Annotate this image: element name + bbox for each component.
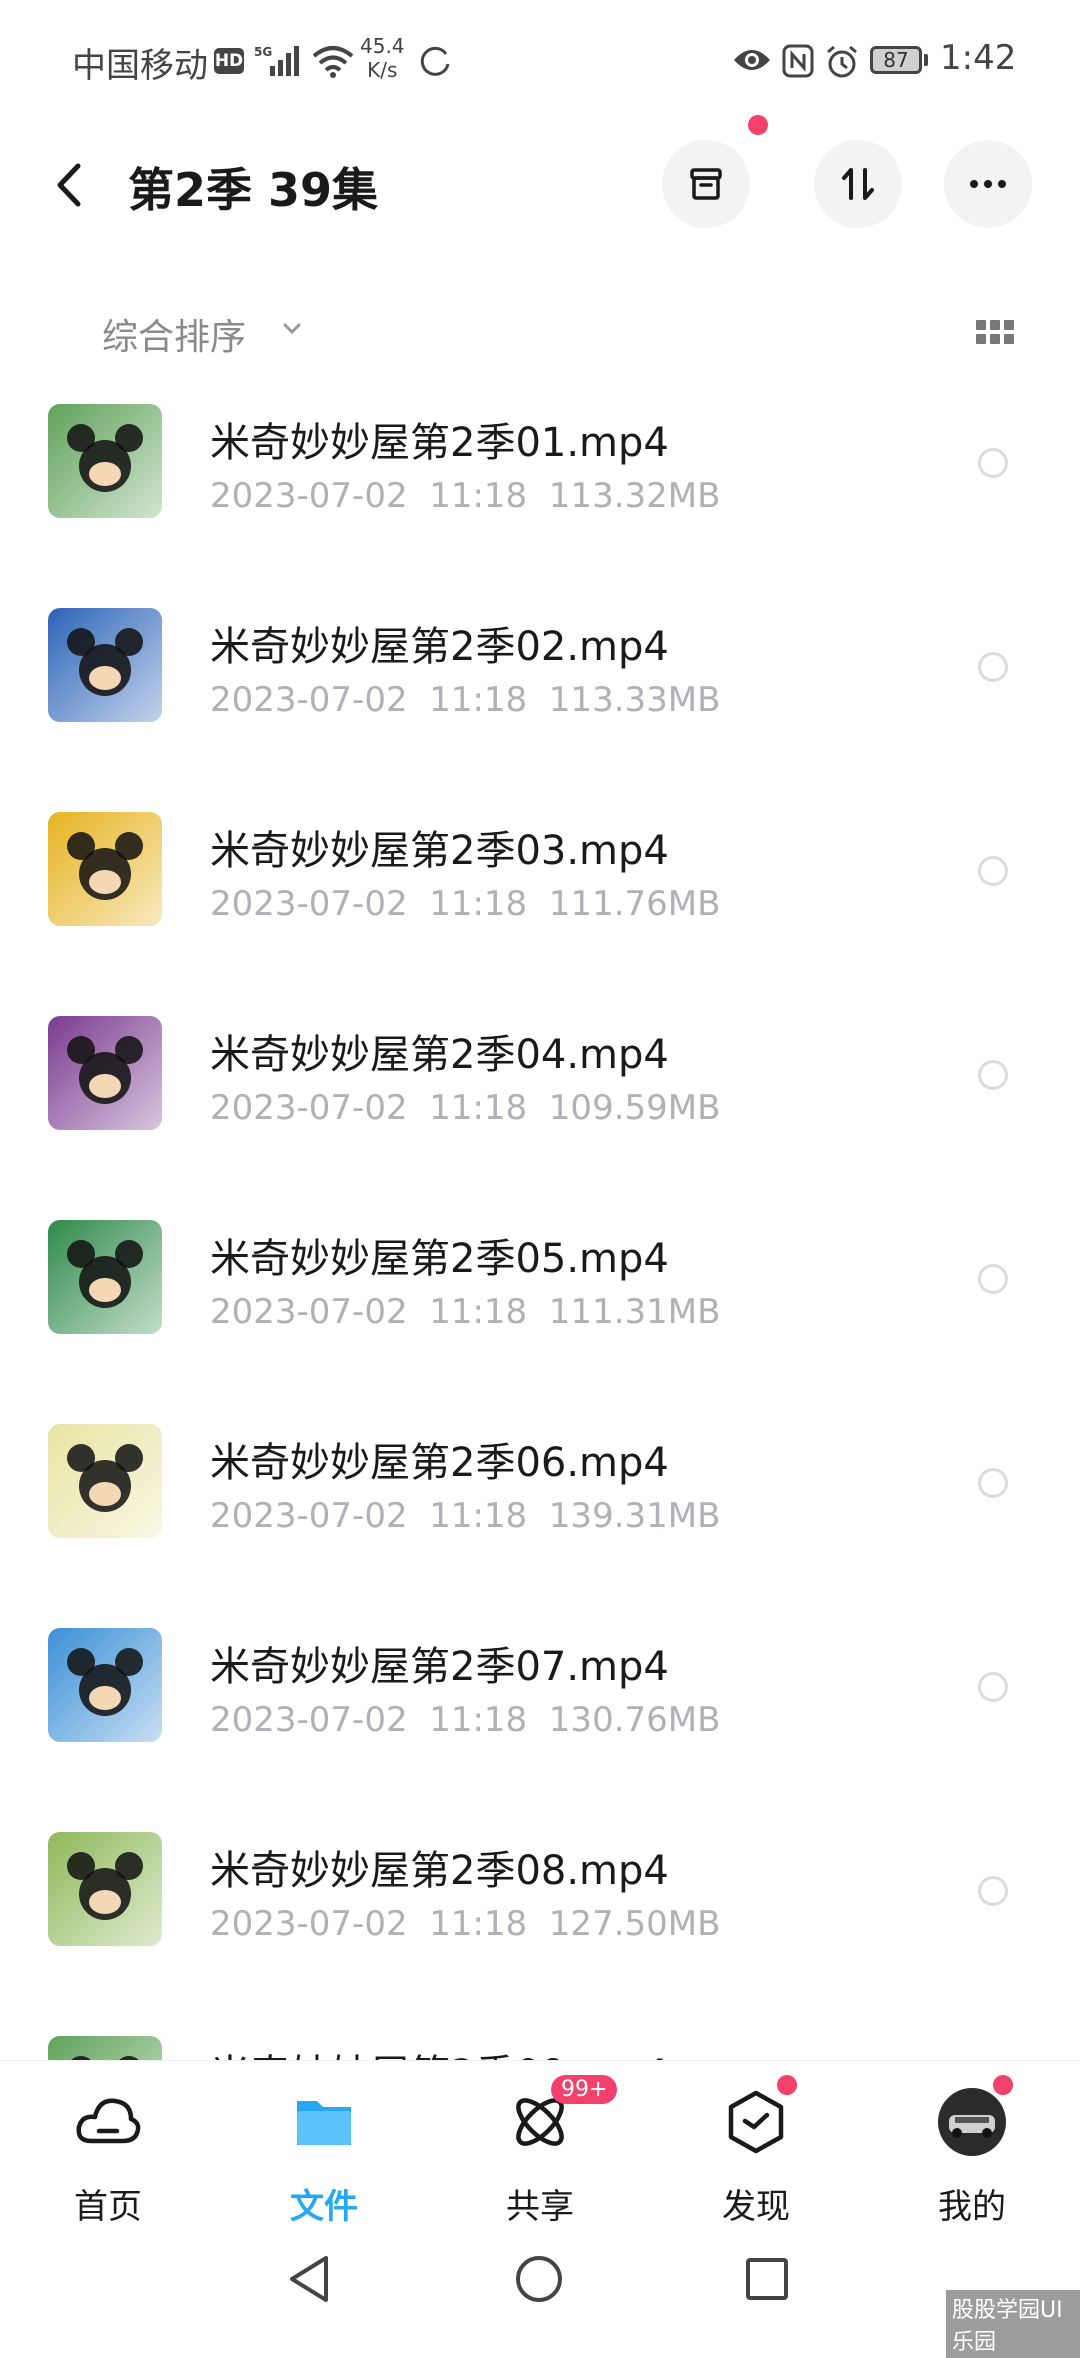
page-title: 第2季 39集 — [128, 163, 379, 217]
system-nav — [0, 2240, 1080, 2340]
transfer-button[interactable] — [814, 140, 902, 228]
file-meta: 2023-07-02 11:18 113.32MB — [210, 476, 721, 516]
video-thumbnail — [48, 812, 162, 926]
nav-files[interactable]: 文件 — [244, 2087, 404, 2228]
bottom-nav: 首页 文件 99+ 共享 发现 我的 — [0, 2060, 1080, 2241]
video-thumbnail — [48, 1628, 162, 1742]
select-radio[interactable] — [978, 448, 1008, 478]
alarm-icon — [827, 45, 857, 78]
video-thumbnail — [48, 1016, 162, 1130]
file-meta: 2023-07-02 11:18 113.33MB — [210, 680, 721, 720]
file-row[interactable]: 米奇妙妙屋第2季01.mp4 2023-07-02 11:18 113.32MB — [0, 380, 1080, 584]
file-name: 米奇妙妙屋第2季03.mp4 — [210, 828, 669, 874]
wifi-icon — [312, 46, 354, 78]
mine-dot — [993, 2075, 1013, 2095]
file-row[interactable]: 米奇妙妙屋第2季09.mp4 — [0, 2012, 1080, 2060]
file-meta: 2023-07-02 11:18 111.31MB — [210, 1292, 721, 1332]
chevron-down-icon[interactable] — [282, 322, 302, 336]
cloud-icon — [73, 2087, 143, 2157]
discover-dot — [777, 2075, 797, 2095]
network-speed: 45.4 K/s — [360, 34, 405, 82]
select-radio[interactable] — [978, 1672, 1008, 1702]
nav-share-label: 共享 — [506, 2187, 574, 2227]
nav-discover-label: 发现 — [722, 2187, 790, 2227]
file-name: 米奇妙妙屋第2季01.mp4 — [210, 420, 669, 466]
system-back-icon[interactable] — [286, 2254, 332, 2304]
archive-button[interactable] — [662, 140, 750, 228]
nav-mine[interactable]: 我的 — [892, 2075, 1052, 2228]
file-list: 米奇妙妙屋第2季01.mp4 2023-07-02 11:18 113.32MB 米… — [0, 380, 1080, 2060]
status-bar: 中国移动 HD 5G 45.4 K/s 87 1:42 — [0, 0, 1080, 120]
system-recents-icon[interactable] — [744, 2254, 790, 2304]
file-row[interactable]: 米奇妙妙屋第2季07.mp4 2023-07-02 11:18 130.76MB — [0, 1604, 1080, 1808]
file-meta: 2023-07-02 11:18 109.59MB — [210, 1088, 721, 1128]
battery-indicator: 87 — [870, 46, 922, 74]
notification-dot — [748, 115, 768, 135]
sort-dropdown[interactable]: 综合排序 — [102, 308, 246, 360]
nfc-icon — [782, 44, 814, 78]
file-row[interactable]: 米奇妙妙屋第2季02.mp4 2023-07-02 11:18 113.33MB — [0, 584, 1080, 788]
file-row[interactable]: 米奇妙妙屋第2季08.mp4 2023-07-02 11:18 127.50MB — [0, 1808, 1080, 2012]
share-badge: 99+ — [551, 2075, 618, 2104]
file-name: 米奇妙妙屋第2季05.mp4 — [210, 1236, 669, 1282]
folder-icon — [289, 2087, 359, 2157]
file-row[interactable]: 米奇妙妙屋第2季05.mp4 2023-07-02 11:18 111.31MB — [0, 1196, 1080, 1400]
select-radio[interactable] — [978, 652, 1008, 682]
video-thumbnail — [48, 1220, 162, 1334]
video-thumbnail — [48, 1832, 162, 1946]
select-radio[interactable] — [978, 1264, 1008, 1294]
file-name: 米奇妙妙屋第2季06.mp4 — [210, 1440, 669, 1486]
video-thumbnail — [48, 1424, 162, 1538]
select-radio[interactable] — [978, 856, 1008, 886]
nav-files-label: 文件 — [290, 2187, 358, 2227]
battery-tip — [924, 54, 928, 66]
share-orbit-icon: 99+ — [505, 2075, 618, 2157]
more-dots-icon — [970, 180, 1006, 188]
discover-box-icon — [721, 2075, 797, 2157]
system-home-icon[interactable] — [514, 2254, 564, 2304]
sync-icon — [420, 46, 450, 76]
nav-home[interactable]: 首页 — [28, 2087, 188, 2228]
hd-icon: HD — [214, 48, 244, 74]
file-meta: 2023-07-02 11:18 127.50MB — [210, 1904, 721, 1944]
video-thumbnail — [48, 2036, 162, 2060]
archive-box-icon — [690, 168, 722, 200]
file-name: 米奇妙妙屋第2季07.mp4 — [210, 1644, 669, 1690]
nav-home-label: 首页 — [74, 2187, 142, 2227]
carrier-name: 中国移动 — [72, 46, 208, 86]
file-row[interactable]: 米奇妙妙屋第2季03.mp4 2023-07-02 11:18 111.76MB — [0, 788, 1080, 992]
nav-share[interactable]: 99+ 共享 — [460, 2075, 620, 2228]
select-radio[interactable] — [978, 1876, 1008, 1906]
file-name: 米奇妙妙屋第2季04.mp4 — [210, 1032, 669, 1078]
file-name: 米奇妙妙屋第2季09.mp4 — [210, 2042, 669, 2060]
video-thumbnail — [48, 608, 162, 722]
grid-view-icon[interactable] — [974, 318, 1016, 346]
clock: 1:42 — [940, 38, 1017, 78]
file-meta: 2023-07-02 11:18 139.31MB — [210, 1496, 721, 1536]
file-meta: 2023-07-02 11:18 111.76MB — [210, 884, 721, 924]
file-row[interactable]: 米奇妙妙屋第2季06.mp4 2023-07-02 11:18 139.31MB — [0, 1400, 1080, 1604]
file-meta: 2023-07-02 11:18 130.76MB — [210, 1700, 721, 1740]
video-thumbnail — [48, 404, 162, 518]
sort-bar: 综合排序 — [0, 300, 1080, 360]
avatar — [937, 2075, 1013, 2157]
svg-text:5G: 5G — [254, 45, 272, 59]
more-options-button[interactable] — [944, 140, 1032, 228]
back-arrow-icon[interactable] — [50, 160, 90, 210]
header: 第2季 39集 — [0, 115, 1080, 240]
watermark: 股股学园UI乐园 — [946, 2290, 1080, 2358]
select-radio[interactable] — [978, 1468, 1008, 1498]
file-name: 米奇妙妙屋第2季08.mp4 — [210, 1848, 669, 1894]
select-radio[interactable] — [978, 1060, 1008, 1090]
file-row[interactable]: 米奇妙妙屋第2季04.mp4 2023-07-02 11:18 109.59MB — [0, 992, 1080, 1196]
nav-discover[interactable]: 发现 — [676, 2075, 836, 2228]
eye-icon — [734, 50, 770, 70]
nav-mine-label: 我的 — [938, 2187, 1006, 2227]
file-name: 米奇妙妙屋第2季02.mp4 — [210, 624, 669, 670]
signal-5g-icon: 5G — [254, 45, 299, 76]
transfer-arrows-icon — [842, 168, 874, 200]
